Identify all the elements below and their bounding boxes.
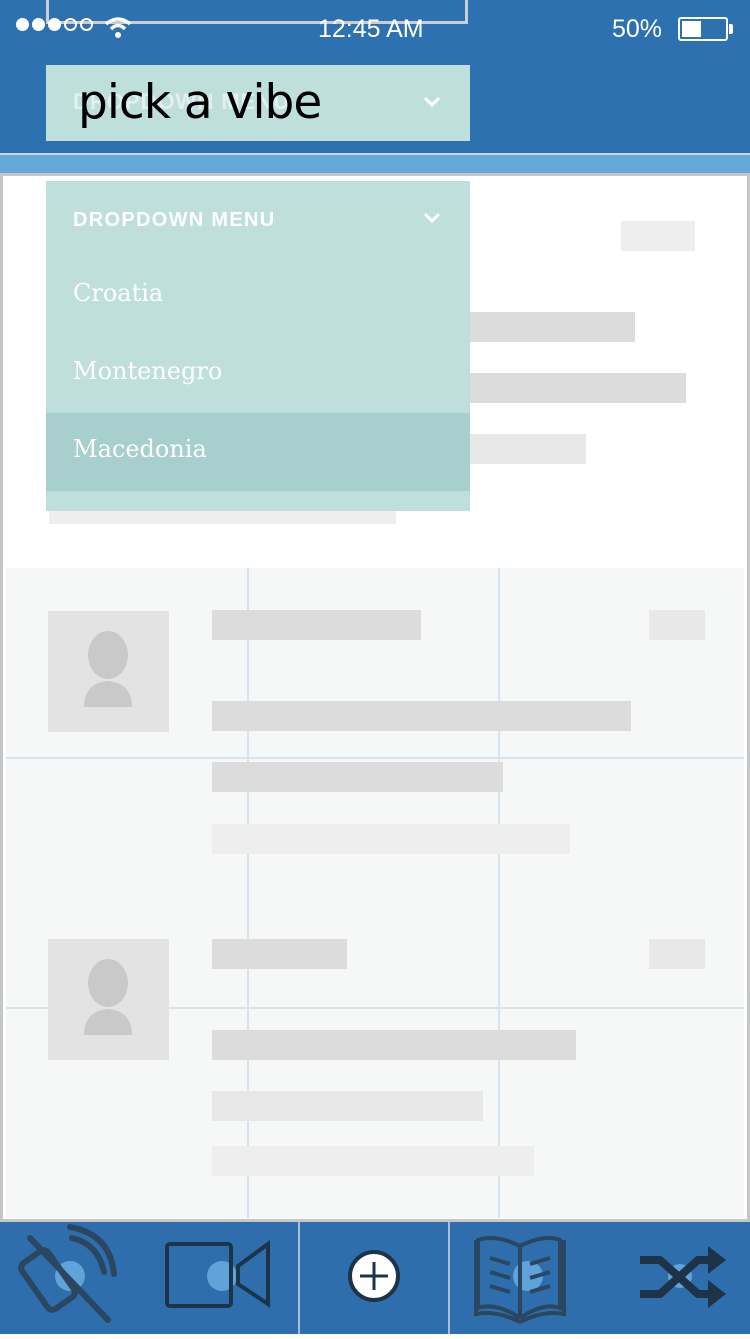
placeholder-line xyxy=(212,1091,483,1121)
satellite-phone-icon xyxy=(18,1224,117,1323)
person-icon xyxy=(84,959,132,1035)
tab-shuffle[interactable] xyxy=(620,1222,750,1334)
dropdown-option-montenegro[interactable]: Montenegro xyxy=(46,335,470,413)
bottom-tab-bar xyxy=(0,1222,750,1334)
add-circle-icon xyxy=(348,1250,400,1302)
placeholder-tag xyxy=(621,221,695,251)
placeholder-line xyxy=(212,1146,534,1176)
grid-guide xyxy=(6,757,744,759)
shuffle-icon xyxy=(640,1246,726,1308)
video-camera-icon xyxy=(165,1240,270,1308)
header-accent-strip xyxy=(0,153,750,173)
placeholder-line xyxy=(465,312,635,342)
tab-book[interactable] xyxy=(460,1222,580,1334)
placeholder-line xyxy=(212,762,503,792)
signal-strength-icon xyxy=(16,18,93,31)
placeholder-tag xyxy=(649,610,705,640)
placeholder-tag xyxy=(649,939,705,969)
avatar xyxy=(48,939,169,1060)
vibe-select[interactable]: DROPDOWN MENU pick a vibe xyxy=(46,65,470,141)
signal-dot xyxy=(32,18,45,31)
signal-dot xyxy=(16,18,29,31)
tab-add[interactable] xyxy=(300,1222,448,1334)
dropdown-option-label: Croatia xyxy=(73,279,164,307)
battery-level-fill xyxy=(682,21,701,37)
dropdown-option-croatia[interactable]: Croatia xyxy=(46,257,470,335)
list-section xyxy=(6,568,744,1218)
vibe-select-label: pick a vibe xyxy=(78,75,322,130)
placeholder-title xyxy=(212,610,421,640)
chevron-down-icon xyxy=(423,96,441,108)
status-time: 12:45 AM xyxy=(318,15,424,43)
tab-satellite[interactable] xyxy=(0,1222,140,1334)
placeholder-line xyxy=(465,373,686,403)
placeholder-line xyxy=(212,824,570,854)
person-icon xyxy=(84,631,132,707)
battery-terminal xyxy=(729,24,733,34)
dropdown-option-label: Montenegro xyxy=(73,357,223,385)
signal-dot xyxy=(80,18,93,31)
placeholder-line xyxy=(212,701,631,731)
open-book-icon xyxy=(474,1236,566,1325)
tab-video[interactable] xyxy=(150,1222,290,1334)
tab-divider xyxy=(448,1222,450,1334)
placeholder-line xyxy=(212,1030,576,1060)
chevron-down-icon[interactable] xyxy=(422,211,442,225)
battery-percentage: 50% xyxy=(612,15,663,43)
battery-icon xyxy=(678,17,728,41)
dropdown-menu[interactable]: DROPDOWN MENU Croatia Montenegro Macedon… xyxy=(46,181,470,511)
dropdown-option-macedonia[interactable]: Macedonia xyxy=(46,413,470,491)
signal-dot xyxy=(48,18,61,31)
signal-dot xyxy=(64,18,77,31)
grid-guide xyxy=(498,568,500,1218)
wifi-icon xyxy=(104,17,132,38)
avatar xyxy=(48,611,169,732)
placeholder-line xyxy=(465,434,586,464)
dropdown-option-label: Macedonia xyxy=(73,435,207,463)
dropdown-header-label: DROPDOWN MENU xyxy=(73,209,276,231)
placeholder-title xyxy=(212,939,347,969)
